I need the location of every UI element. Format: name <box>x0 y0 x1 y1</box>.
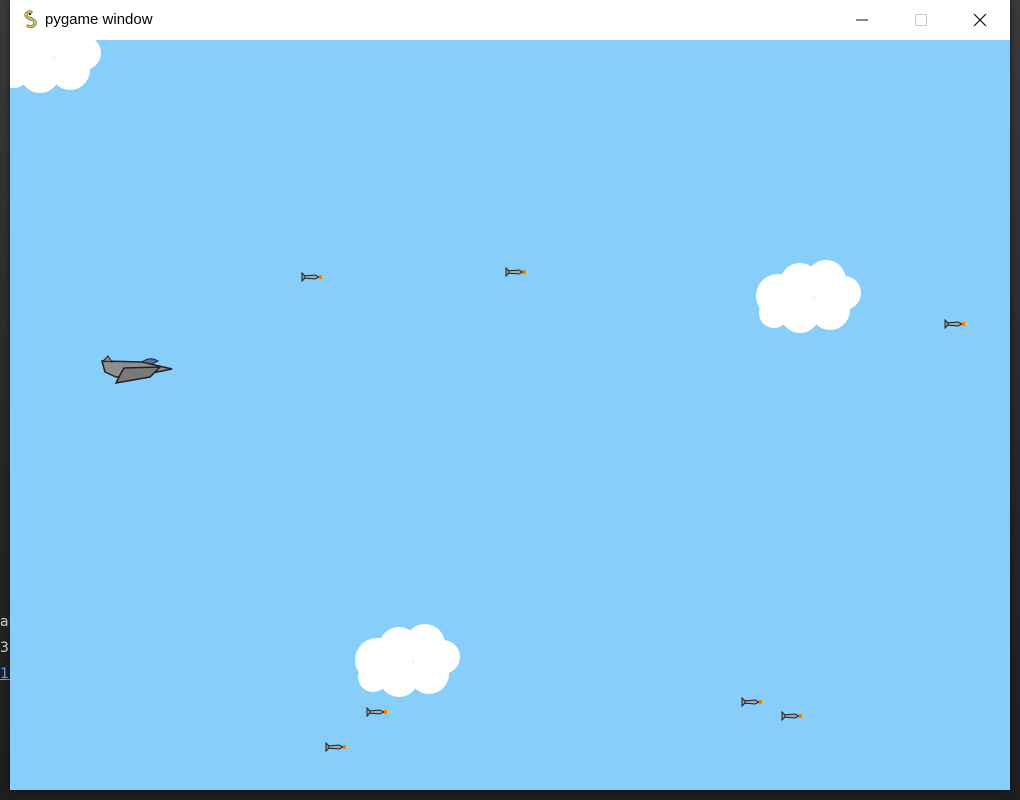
window-title: pygame window <box>45 11 153 28</box>
maximize-button[interactable] <box>892 0 950 40</box>
title-bar[interactable]: pygame window <box>10 0 1010 40</box>
close-button[interactable] <box>951 0 1009 40</box>
desktop-text-fragment: 3 <box>0 640 9 656</box>
minimize-button[interactable] <box>833 0 891 40</box>
pygame-snake-icon <box>24 10 37 29</box>
sky-background <box>10 40 1010 790</box>
minimize-icon <box>856 19 868 21</box>
pygame-window[interactable]: pygame window <box>10 0 1010 790</box>
game-scene <box>10 40 1010 790</box>
game-canvas[interactable] <box>10 40 1010 790</box>
maximize-icon <box>915 14 927 26</box>
close-icon <box>973 13 987 27</box>
